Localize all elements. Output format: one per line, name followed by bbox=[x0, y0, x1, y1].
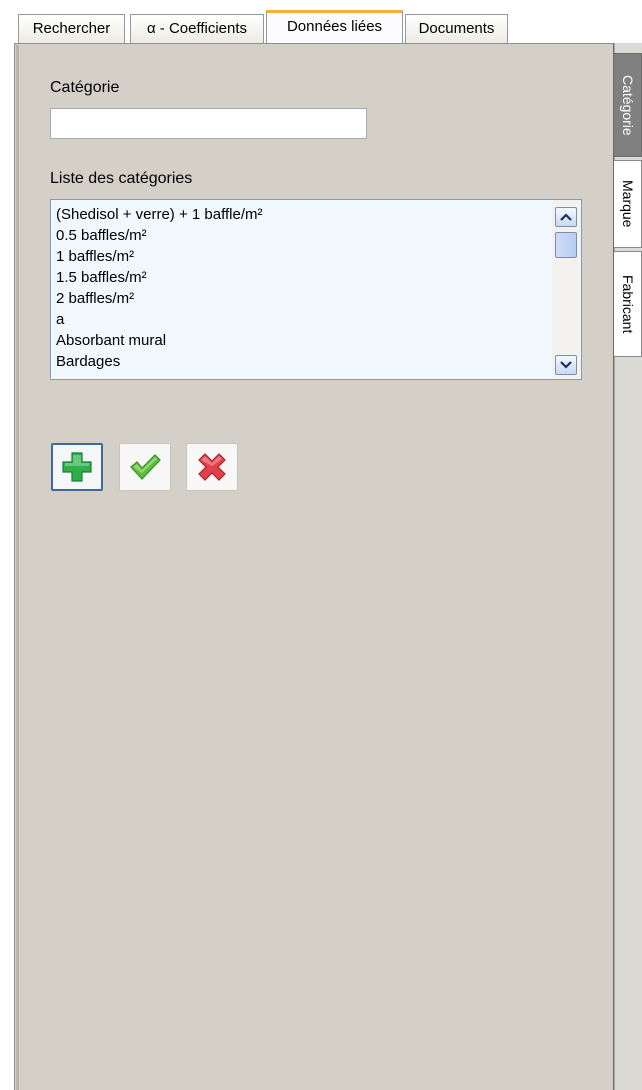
cross-icon bbox=[198, 453, 226, 481]
tab-donnees-liees[interactable]: Données liées bbox=[266, 10, 403, 45]
list-item[interactable]: Absorbant mural bbox=[51, 330, 581, 351]
tab-coefficients[interactable]: α - Coefficients bbox=[130, 14, 264, 44]
plus-icon bbox=[62, 452, 92, 482]
delete-button[interactable] bbox=[186, 443, 238, 491]
side-tab-categorie[interactable]: Catégorie bbox=[614, 53, 642, 157]
list-item[interactable]: Bardages bbox=[51, 351, 581, 372]
category-label: Catégorie bbox=[50, 79, 120, 96]
list-item[interactable]: 1.5 baffles/m² bbox=[51, 267, 581, 288]
top-tab-bar: Rechercher α - Coefficients Données liée… bbox=[0, 0, 642, 45]
chevron-down-icon bbox=[560, 361, 572, 369]
confirm-button[interactable] bbox=[119, 443, 171, 491]
category-listbox[interactable]: (Shedisol + verre) + 1 baffle/m² 0.5 baf… bbox=[50, 199, 582, 380]
scroll-up-button[interactable] bbox=[555, 207, 577, 227]
panel-inner-edge bbox=[16, 45, 19, 1090]
side-tab-marque[interactable]: Marque bbox=[614, 160, 642, 248]
scroll-thumb[interactable] bbox=[555, 232, 577, 258]
tab-rechercher[interactable]: Rechercher bbox=[18, 14, 125, 44]
chevron-up-icon bbox=[560, 213, 572, 221]
scroll-down-button[interactable] bbox=[555, 355, 577, 375]
list-item[interactable]: a bbox=[51, 309, 581, 330]
side-tab-fabricant[interactable]: Fabricant bbox=[614, 251, 642, 357]
list-item[interactable]: (Shedisol + verre) + 1 baffle/m² bbox=[51, 204, 581, 225]
add-button[interactable] bbox=[51, 443, 103, 491]
list-item[interactable]: 2 baffles/m² bbox=[51, 288, 581, 309]
tab-documents[interactable]: Documents bbox=[405, 14, 508, 44]
category-list-label: Liste des catégories bbox=[50, 170, 193, 187]
list-item[interactable]: 1 baffles/m² bbox=[51, 246, 581, 267]
list-scrollbar[interactable] bbox=[552, 200, 581, 379]
checkmark-icon bbox=[130, 454, 161, 480]
list-item[interactable]: 0.5 baffles/m² bbox=[51, 225, 581, 246]
category-input[interactable] bbox=[50, 108, 367, 139]
